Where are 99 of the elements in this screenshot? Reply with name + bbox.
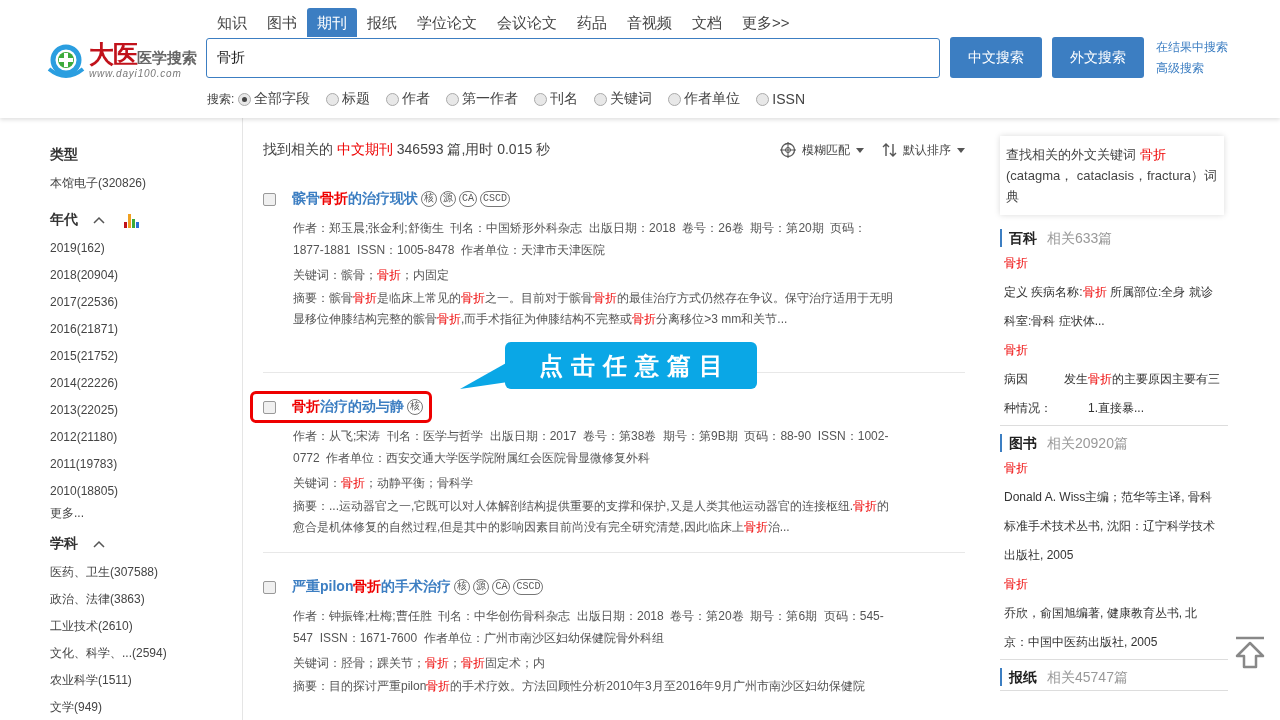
checkbox[interactable] (263, 400, 276, 414)
filter-item[interactable]: 文化、科学、...(2594) (50, 640, 167, 667)
logo-url: www.dayi100.com (89, 67, 183, 80)
result-abstract: 摘要：髌骨骨折是临床上常见的骨折之一。目前对于髌骨骨折的最佳治疗方式仍然存在争议。保守治疗适用于无明显移位伸膝结构完整的髌骨骨折,而手术指征为伸膝结构不完整或骨折分离移位>3 mm和关节... (293, 290, 893, 328)
section-title: 百科 (1009, 229, 1037, 247)
entry-text: 乔欣，俞国旭编著, 健康教育丛书, 北京：中国中医药出版社, 2005 (1004, 605, 1199, 651)
search-button[interactable]: 中文搜索 (950, 37, 1042, 78)
result-title-link[interactable]: 髌骨骨折的治疗现状 (292, 190, 418, 208)
index-badge: CA (459, 191, 477, 207)
result-title-link[interactable]: 严重pilon骨折的手术治疗 (292, 578, 452, 596)
radio-button[interactable] (238, 92, 252, 106)
match-mode-label[interactable]: 模糊匹配 (802, 141, 850, 159)
entry-title-link[interactable]: 骨折 (1004, 570, 1028, 599)
category-tab[interactable]: 会议论文 (487, 8, 567, 37)
radio-button[interactable] (668, 92, 682, 106)
result-summary: 找到相关的 中文期刊 346593 篇,用时 0.015 秒 (263, 141, 552, 159)
radio-label[interactable]: ISSN (772, 91, 806, 107)
result-meta: 作者：郑玉晨;张金利;舒衡生 刊名：中国矫形外科杂志 出版日期：2018 卷号：26卷 期号：第20期 页码：1877-1881 ISSN：1005-8478 作者单位：天津市天津医院 (293, 220, 868, 259)
radio-button[interactable] (446, 92, 460, 106)
entry-title-link[interactable]: 骨折 (1004, 249, 1028, 278)
search-field[interactable]: 骨折 (206, 37, 940, 78)
caret-icon[interactable] (856, 147, 864, 153)
radio-button[interactable] (326, 92, 340, 106)
filter-item[interactable]: 政治、法律(3863) (50, 586, 145, 613)
caret-icon[interactable] (957, 147, 965, 153)
result-title-link[interactable]: 骨折治疗的动与静 (292, 398, 404, 416)
result-keywords: 关键词：骨折；动静平衡；骨科学 (293, 475, 474, 492)
filter-item[interactable]: 2014(22226) (50, 370, 119, 397)
result-abstract: 摘要：...运动器官之一,它既可以对人体解剖结构提供重要的支撑和保护,又是人类其他运动器官的连接枢纽.骨折的愈合是机体修复的自然过程,但是其中的影响因素目前尚没有完全研究清楚,因此临床上骨折治... (293, 498, 890, 536)
category-tab[interactable]: 音视频 (617, 8, 682, 37)
filter-item[interactable]: 2013(22025) (50, 397, 119, 424)
checkbox[interactable] (263, 192, 276, 206)
result-meta: 作者：钟振锋;杜梅;曹任胜 刊名：中华创伤骨科杂志 出版日期：2018 卷号：第20卷 期号：第6期 页码：545-547 ISSN：1671-7600 作者单位：广州市南沙区妇幼保健院骨外科组 (293, 608, 885, 647)
filter-item[interactable]: 本馆电子(320826) (50, 170, 147, 197)
chevron-icon[interactable] (92, 215, 106, 225)
filter-item[interactable]: 文学(949) (50, 694, 102, 720)
filter-item[interactable]: 2010(18805) (50, 478, 119, 505)
back-to-top-icon[interactable] (1234, 636, 1266, 669)
entry-title-link[interactable]: 骨折 (1004, 454, 1028, 483)
filter-item[interactable]: 2018(20904) (50, 262, 119, 289)
search-scope-label: 搜索: (207, 90, 235, 108)
section-count: 相关633篇 (1047, 229, 1113, 247)
entry-text: Donald A. Wiss主编；范华等主译, 骨科标准手术技术丛书, 沈阳：辽宁科学技术出版社, 2005 (1004, 489, 1216, 564)
filter-item[interactable]: 2012(21180) (50, 424, 118, 451)
radio-label[interactable]: 刊名 (550, 90, 579, 108)
radio-label[interactable]: 标题 (342, 90, 371, 108)
category-tab[interactable]: 文档 (682, 8, 732, 37)
filter-item[interactable]: 工业技术(2610) (50, 613, 133, 640)
filter-item[interactable]: 2016(21871) (50, 316, 119, 343)
chevron-icon[interactable] (92, 539, 106, 549)
radio-label[interactable]: 作者 (402, 90, 431, 108)
radio-label[interactable]: 第一作者 (462, 90, 519, 108)
radio-button[interactable] (534, 92, 548, 106)
search-button[interactable]: 外文搜索 (1052, 37, 1144, 78)
sort-label[interactable]: 默认排序 (903, 141, 951, 159)
entry-text: 病因 发生骨折的主要原因主要有三种情况： 1.直接暴... (1004, 371, 1220, 417)
category-tab[interactable]: 期刊 (307, 8, 357, 37)
dictionary-link[interactable]: 查找相关的外文关键词 骨折 (catagma， cataclasis，fractura）词典 (1000, 136, 1224, 215)
filter-item[interactable]: 2011(19783) (50, 451, 118, 478)
callout-pointer (460, 362, 508, 389)
logo-brand: 大医 (89, 40, 137, 67)
crosshair-icon (780, 142, 796, 158)
radio-button[interactable] (756, 92, 770, 106)
category-tab[interactable]: 学位论文 (407, 8, 487, 37)
category-tab[interactable]: 药品 (567, 8, 617, 37)
radio-label[interactable]: 关键词 (610, 90, 653, 108)
radio-label[interactable]: 作者单位 (684, 90, 741, 108)
section-title: 图书 (1009, 434, 1037, 452)
radio-button[interactable] (386, 92, 400, 106)
result-keywords: 关键词：髌骨；骨折；内固定 (293, 267, 450, 284)
sort-icon (882, 142, 897, 158)
more-link[interactable]: 更多... (50, 505, 84, 521)
radio-button[interactable] (594, 92, 608, 106)
filter-item[interactable]: 医药、卫生(307588) (50, 559, 159, 586)
checkbox[interactable] (263, 580, 276, 594)
filter-heading: 学科 (50, 535, 78, 553)
result-abstract: 摘要：目的探讨严重pilon骨折的手术疗效。方法回顾性分析2010年3月至2016年9月广州市南沙区妇幼保健院 (293, 678, 867, 695)
filter-heading: 年代 (50, 211, 78, 229)
search-link[interactable]: 高级搜索 (1156, 59, 1228, 77)
filter-item[interactable]: 农业科学(1511) (50, 667, 132, 694)
filter-item[interactable]: 2019(162) (50, 235, 105, 262)
filter-heading: 类型 (50, 146, 78, 164)
section-count: 相关20920篇 (1047, 434, 1128, 452)
section-count: 相关45747篇 (1047, 668, 1128, 686)
bar-chart-icon[interactable] (124, 212, 139, 228)
result-meta: 作者：从飞;宋涛 刊名：医学与哲学 出版日期：2017 卷号：第38卷 期号：第9B期 页码：88-90 ISSN：1002-0772 作者单位：西安交通大学医学院附属红会医院骨显微修复外科 (293, 428, 890, 467)
filter-item[interactable]: 2015(21752) (50, 343, 119, 370)
radio-label[interactable]: 全部字段 (254, 90, 311, 108)
logo-tagline: 医学搜索 (137, 48, 197, 68)
category-tab[interactable]: 报纸 (357, 8, 407, 37)
result-keywords: 关键词：胫骨；踝关节；骨折；骨折固定术；内 (293, 655, 546, 672)
category-tab[interactable]: 知识 (207, 8, 257, 37)
entry-title-link[interactable]: 骨折 (1004, 336, 1028, 365)
category-tab[interactable]: 更多>> (732, 8, 800, 37)
filter-item[interactable]: 2017(22536) (50, 289, 119, 316)
search-link[interactable]: 在结果中搜索 (1156, 38, 1228, 56)
entry-text: 定义 疾病名称:骨折 所属部位:全身 就诊科室:骨科 症状体... (1004, 284, 1214, 330)
section-title: 报纸 (1009, 668, 1037, 686)
category-tab[interactable]: 图书 (257, 8, 307, 37)
